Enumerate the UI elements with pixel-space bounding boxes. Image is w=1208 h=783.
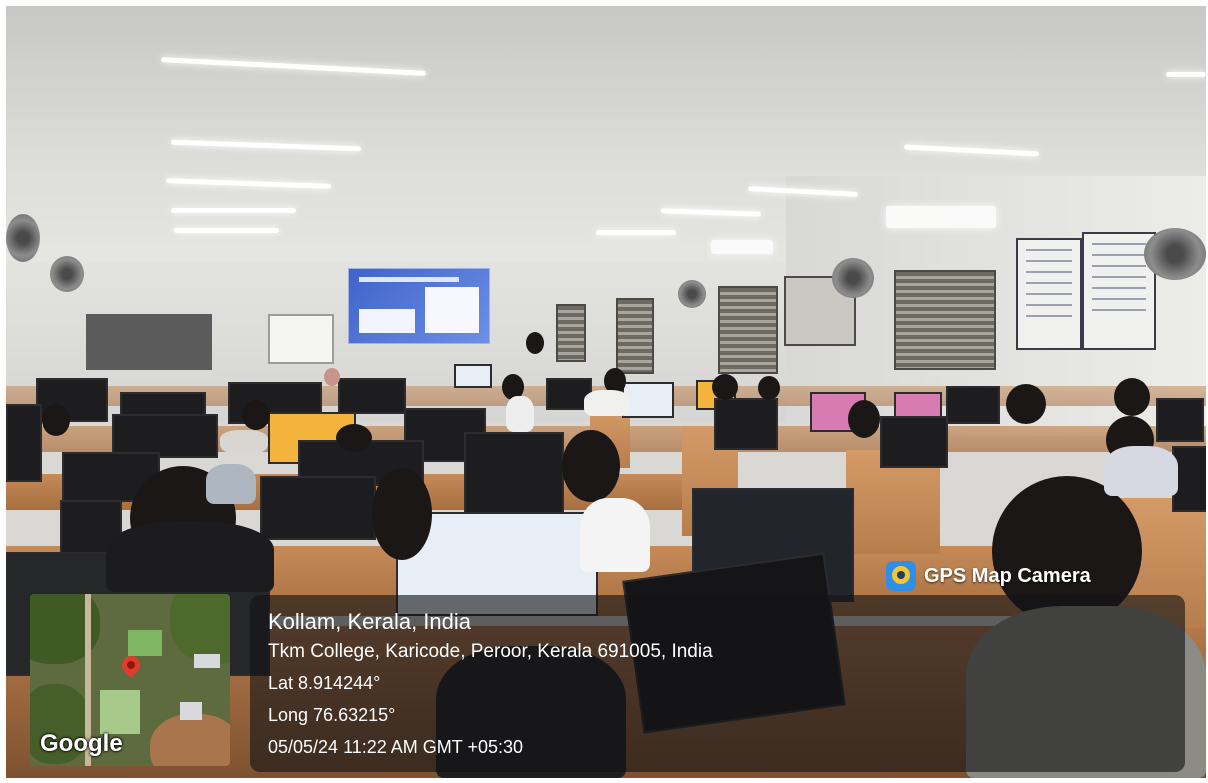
student: [580, 498, 650, 572]
address-line: Tkm College, Karicode, Peroor, Kerala 69…: [268, 641, 713, 662]
student: [1104, 446, 1178, 496]
map-ground: [150, 714, 230, 766]
ceiling-light: [174, 228, 279, 233]
map-building: [100, 690, 140, 734]
monitor: [894, 392, 942, 418]
ceiling-light: [171, 208, 296, 213]
monitor: [260, 476, 376, 540]
whiteboard: [268, 314, 334, 364]
notice-board: [1016, 238, 1082, 350]
student: [372, 468, 432, 560]
monitor: [454, 364, 492, 388]
longitude: Long 76.63215°: [268, 705, 396, 725]
monitor: [6, 404, 42, 482]
latitude: Lat 8.914244°: [268, 673, 381, 693]
monitor: [946, 386, 1000, 424]
window: [556, 304, 586, 362]
student: [758, 376, 780, 400]
student: [526, 332, 544, 354]
ceiling-light: [1166, 72, 1206, 77]
wall-fan: [50, 256, 84, 292]
map-thumbnail: Google: [30, 594, 230, 766]
wall-fan: [6, 214, 40, 262]
datetime-stamp: 05/05/24 11:22 AM GMT +05:30: [268, 737, 524, 757]
wall-fan: [832, 258, 874, 298]
window: [718, 286, 778, 374]
cabinet: [86, 314, 212, 370]
map-building: [194, 654, 220, 668]
student: [1006, 384, 1046, 424]
google-watermark: Google: [40, 730, 123, 757]
window: [616, 298, 654, 374]
student: [584, 390, 630, 416]
student: [506, 396, 534, 432]
ceiling-light: [596, 230, 676, 235]
gps-map-camera-brand: GPS Map Camera: [886, 561, 1091, 591]
window: [894, 270, 996, 370]
map-pin-icon: [118, 652, 144, 678]
monitor: [1156, 398, 1204, 442]
wall-fan: [1144, 228, 1206, 280]
monitor: [880, 416, 948, 468]
student: [324, 368, 340, 386]
monitor: [464, 432, 564, 522]
student: [220, 430, 268, 452]
student: [336, 424, 372, 452]
student: [106, 522, 274, 592]
projector-screen: [348, 268, 490, 344]
gps-info-panel: Kollam, Kerala, India Tkm College, Karic…: [250, 595, 1185, 772]
student: [712, 374, 738, 400]
student: [848, 400, 880, 438]
map-building: [180, 702, 202, 720]
map-building: [128, 630, 162, 656]
ceiling-light: [886, 206, 996, 228]
student: [1114, 378, 1150, 416]
location-title: Kollam, Kerala, India: [268, 609, 471, 634]
student: [242, 400, 270, 430]
student: [562, 430, 620, 502]
ceiling-light: [711, 240, 773, 254]
wall-fan: [678, 280, 706, 308]
student: [42, 404, 70, 436]
student: [206, 464, 256, 504]
monitor: [338, 378, 406, 414]
monitor: [714, 398, 778, 450]
gps-map-camera-logo-icon: [886, 561, 916, 591]
app-name: GPS Map Camera: [924, 564, 1091, 587]
